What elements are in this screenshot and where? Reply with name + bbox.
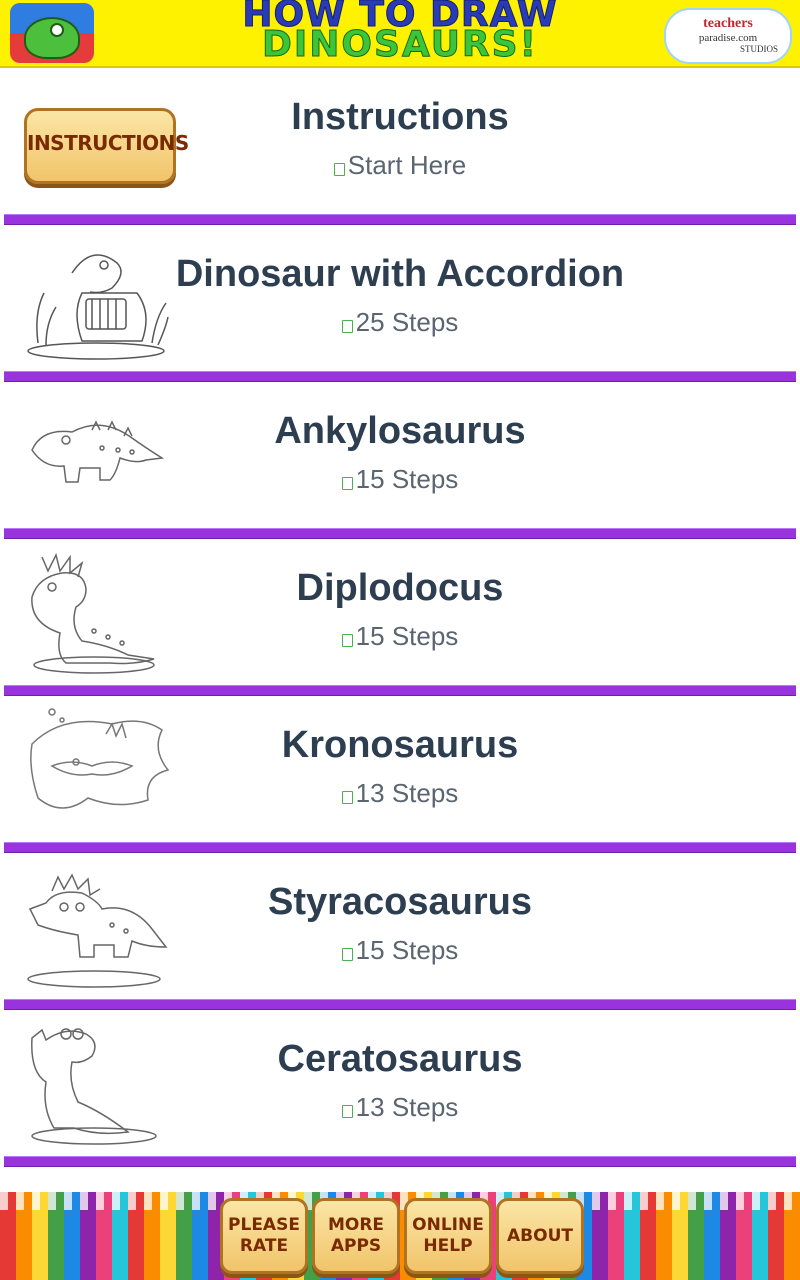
row-steps: 15 Steps: [355, 935, 459, 965]
row-title: Diplodocus: [296, 567, 504, 609]
teachers-paradise-logo[interactable]: teachers paradise.com STUDIOS: [664, 8, 792, 64]
app-header: HOW TO DRAW DINOSAURS! teachers paradise…: [0, 0, 800, 68]
row-subtitle: Start Here: [0, 150, 800, 181]
row-subtitle: 15 Steps: [0, 464, 800, 495]
row-subtitle: 15 Steps: [0, 935, 800, 966]
help-line2: HELP: [423, 1236, 473, 1256]
row-steps: 15 Steps: [355, 621, 459, 651]
help-line1: ONLINE: [412, 1215, 484, 1235]
row-steps: 25 Steps: [355, 307, 459, 337]
row-divider: [4, 999, 796, 1010]
lesson-row[interactable]: Styracosaurus 15 Steps: [0, 853, 800, 999]
document-icon: [341, 948, 353, 961]
about-label: ABOUT: [507, 1225, 573, 1246]
row-divider: [4, 371, 796, 382]
row-divider: [4, 685, 796, 696]
row-divider: [4, 1156, 796, 1167]
logo-line2: paradise.com: [698, 32, 758, 44]
row-divider: [4, 528, 796, 539]
document-icon: [341, 1105, 353, 1118]
row-steps: 15 Steps: [355, 464, 459, 494]
row-subtitle-text: Start Here: [347, 150, 467, 180]
document-icon: [341, 791, 353, 804]
please-rate-button[interactable]: PLEASE RATE: [220, 1198, 308, 1274]
row-title: Ceratosaurus: [277, 1038, 523, 1080]
about-button[interactable]: ABOUT: [496, 1198, 584, 1274]
lesson-row[interactable]: Dinosaur with Accordion 25 Steps: [0, 225, 800, 371]
row-title: Dinosaur with Accordion: [175, 253, 625, 295]
banner-title: HOW TO DRAW DINOSAURS!: [200, 0, 600, 63]
document-icon: [341, 477, 353, 490]
rate-line1: PLEASE: [228, 1215, 300, 1235]
row-subtitle: 25 Steps: [0, 307, 800, 338]
row-steps: 13 Steps: [355, 1092, 459, 1122]
more-apps-button[interactable]: MORE APPS: [312, 1198, 400, 1274]
online-help-button[interactable]: ONLINE HELP: [404, 1198, 492, 1274]
logo-line1: teachers: [703, 16, 753, 31]
row-title: Styracosaurus: [267, 881, 532, 923]
row-divider: [4, 842, 796, 853]
document-icon: [333, 163, 345, 176]
logo-line3: STUDIOS: [739, 44, 778, 54]
row-title: Ankylosaurus: [274, 410, 526, 452]
more-line2: APPS: [330, 1236, 382, 1256]
document-icon: [341, 634, 353, 647]
instructions-row[interactable]: INSTRUCTIONS Instructions Start Here: [0, 68, 800, 214]
row-subtitle: 15 Steps: [0, 621, 800, 652]
lesson-row[interactable]: Diplodocus 15 Steps: [0, 539, 800, 685]
row-steps: 13 Steps: [355, 778, 459, 808]
lesson-row-partial[interactable]: [0, 1167, 800, 1192]
footer-bar: PLEASE RATE MORE APPS ONLINE HELP ABOUT: [0, 1192, 800, 1280]
rate-line2: RATE: [239, 1236, 289, 1256]
row-title: Kronosaurus: [281, 724, 519, 766]
lesson-row[interactable]: Kronosaurus 13 Steps: [0, 696, 800, 842]
more-line1: MORE: [327, 1215, 385, 1235]
row-title: Instructions: [291, 96, 509, 138]
row-divider: [4, 214, 796, 225]
app-logo-icon: [10, 3, 94, 63]
row-subtitle: 13 Steps: [0, 778, 800, 809]
lesson-row[interactable]: Ceratosaurus 13 Steps: [0, 1010, 800, 1156]
row-subtitle: 13 Steps: [0, 1092, 800, 1123]
lesson-row[interactable]: Ankylosaurus 15 Steps: [0, 382, 800, 528]
lesson-list[interactable]: INSTRUCTIONS Instructions Start Here Din…: [0, 68, 800, 1192]
document-icon: [341, 320, 353, 333]
